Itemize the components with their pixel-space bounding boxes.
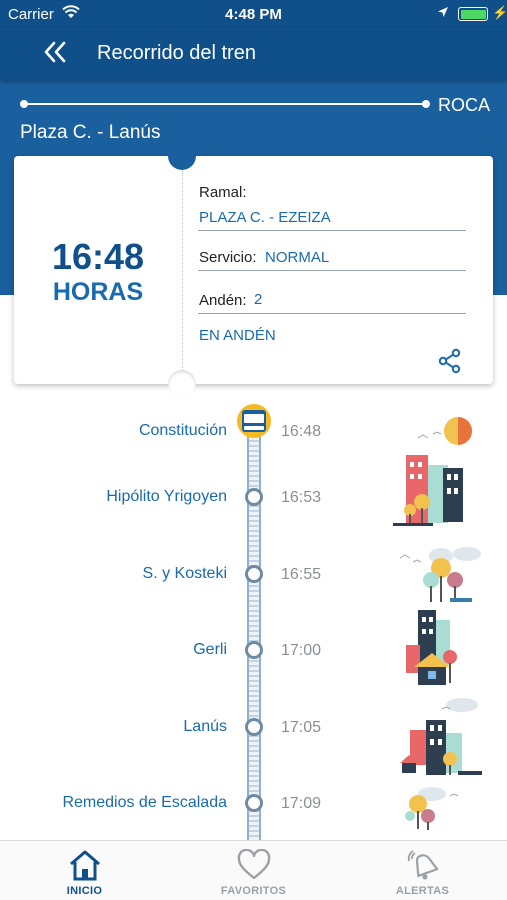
stop-time: 17:09 (281, 795, 322, 812)
back-button[interactable] (40, 38, 72, 66)
location-arrow-icon (438, 7, 448, 17)
ramal-value: PLAZA C. - EZEIZA (199, 209, 331, 226)
town-illustration (400, 698, 482, 775)
ramal-label: Ramal: (199, 184, 247, 201)
ticket-notch-bottom (168, 370, 196, 398)
departure-time-unit: HORAS (52, 278, 144, 306)
tab-label: FAVORITOS (220, 885, 287, 897)
home-icon (70, 850, 100, 881)
route-start-dot (20, 100, 28, 108)
stop-time: 16:48 (281, 423, 322, 440)
stop-name: Remedios de Escalada (62, 794, 227, 811)
stop-name: Gerli (193, 641, 227, 658)
tab-favoritos[interactable]: FAVORITOS (169, 841, 338, 900)
share-icon[interactable] (438, 348, 462, 374)
route-stations: Plaza C. - Lanús (20, 122, 161, 143)
tab-alertas[interactable]: ALERTAS (338, 841, 507, 900)
stop-dot (245, 718, 263, 736)
tab-inicio[interactable]: INICIO (0, 841, 169, 900)
ticket-divider (182, 170, 183, 370)
stop-time: 16:53 (281, 489, 322, 506)
servicio-label: Servicio: (199, 249, 257, 266)
trees-illustration (405, 787, 459, 830)
alert-bell-icon (407, 850, 439, 880)
charging-bolt-icon: ⚡ (492, 5, 507, 20)
anden-value: 2 (254, 291, 263, 308)
park-trees-illustration (399, 547, 481, 602)
tab-bar: INICIO FAVORITOS ALERTAS (0, 840, 507, 900)
ticket-notch-top (168, 142, 196, 170)
stop-dot (245, 565, 263, 583)
line-name: ROCA (438, 95, 491, 115)
servicio-value: NORMAL (265, 249, 330, 266)
divider (198, 230, 466, 231)
battery-icon (458, 7, 488, 21)
status-time: 4:48 PM (225, 6, 282, 23)
stop-time: 17:00 (281, 642, 322, 659)
stop-name: Constitución (138, 422, 227, 439)
divider (198, 270, 466, 271)
heart-icon (237, 849, 271, 880)
route-end-dot (422, 100, 430, 108)
city-buildings-illustration (393, 417, 472, 526)
platform-status: EN ANDÉN (199, 327, 276, 344)
anden-label: Andén: (199, 292, 247, 309)
nav-bar: Recorrido del tren (0, 28, 507, 80)
stop-name: S. y Kosteki (142, 565, 227, 582)
stop-dot (245, 794, 263, 812)
stop-name: Lanús (183, 718, 227, 735)
stop-dot (245, 488, 263, 506)
stop-time: 17:05 (281, 719, 322, 736)
stop-time: 16:55 (281, 566, 322, 583)
houses-illustration (406, 610, 457, 685)
stop-name: Hipólito Yrigoyen (106, 488, 227, 505)
departure-time: 16:48 (51, 236, 145, 277)
stop-dot (245, 641, 263, 659)
divider (198, 313, 466, 314)
departure-card: 16:48 HORAS Ramal: PLAZA C. - EZEIZA Ser… (14, 142, 493, 398)
page-title: Recorrido del tren (97, 42, 256, 64)
route-line (22, 103, 427, 105)
status-bar: Carrier 4:48 PM ⚡ (0, 0, 507, 28)
tab-label: INICIO (66, 885, 103, 897)
train-icon (237, 404, 271, 438)
tab-label: ALERTAS (395, 885, 450, 897)
